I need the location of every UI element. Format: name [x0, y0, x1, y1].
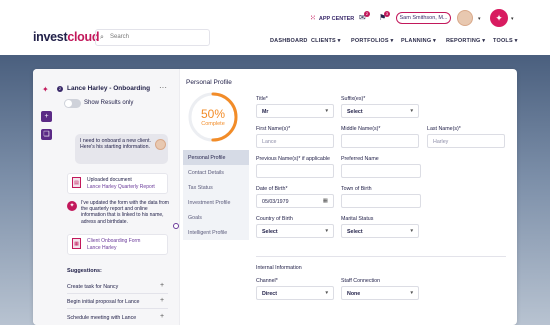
plus-icon[interactable]: +	[160, 282, 164, 289]
calendar-icon[interactable]: ▦	[323, 198, 328, 204]
chevron-down-icon: ▾	[410, 108, 413, 114]
more-icon[interactable]: ···	[159, 83, 167, 92]
search-input[interactable]: ⌕ Search	[95, 29, 210, 46]
menu-tax-status[interactable]: Tax Status	[183, 180, 249, 195]
form-card-title[interactable]: Client Onboarding Form	[87, 238, 140, 244]
app-center-button[interactable]: ⁙ APP CENTER	[310, 14, 354, 22]
divider	[67, 293, 168, 294]
channel-select[interactable]: Direct ▾	[256, 286, 334, 300]
internal-info-title: Internal Information	[256, 265, 302, 271]
suggestion-item[interactable]: Begin initial proposal for Lance	[67, 299, 139, 305]
chevron-down-icon: ▾	[325, 290, 328, 296]
staff-connection-label: Staff Connection	[341, 278, 381, 284]
nav-reporting[interactable]: REPORTING ▾	[446, 38, 485, 44]
search-icon: ⌕	[100, 34, 104, 41]
chat-icon[interactable]: ❏	[41, 129, 52, 140]
suggestions-title: Suggestions:	[67, 268, 102, 274]
top-bar	[0, 0, 550, 55]
title-select[interactable]: Mr ▾	[256, 104, 334, 118]
plus-icon[interactable]: +	[160, 297, 164, 304]
previous-name-input[interactable]	[256, 164, 334, 178]
nav-dashboard[interactable]: DASHBOARD	[270, 38, 308, 44]
user-message: I need to onboard a new client. Here's h…	[75, 134, 168, 164]
completion-percent: 50%	[200, 107, 226, 121]
conversation-count-badge: 2	[57, 86, 63, 92]
preferred-name-input[interactable]	[341, 164, 421, 178]
completion-label: Complete	[201, 121, 225, 127]
channel-label: Channel*	[256, 278, 278, 284]
connector-dot	[173, 223, 179, 229]
user-name-pill[interactable]: Sam Smithson, M...	[396, 12, 451, 24]
show-results-toggle[interactable]	[64, 99, 81, 108]
conversation-title: Lance Harley - Onboarding	[67, 85, 151, 92]
first-name-label: First Name(s)*	[256, 126, 291, 132]
menu-investment-profile[interactable]: Investment Profile	[183, 195, 249, 210]
title-label: Title*	[256, 96, 268, 102]
dob-input[interactable]: 05/03/1979 ▦	[256, 194, 334, 208]
chevron-down-icon: ▾	[410, 228, 413, 234]
chevron-down-icon: ▾	[325, 228, 328, 234]
upload-label: Uploaded document	[87, 177, 132, 183]
previous-name-label: Previous Name(s)* if applicable	[256, 156, 330, 162]
form-icon: ▦	[72, 238, 81, 249]
preferred-name-label: Preferred Name	[341, 156, 379, 162]
suffix-label: Suffix(es)*	[341, 96, 366, 102]
nav-tools[interactable]: TOOLS ▾	[493, 38, 518, 44]
middle-name-label: Middle Name(s)*	[341, 126, 381, 132]
country-of-birth-select[interactable]: Select ▾	[256, 224, 334, 238]
suggestion-item[interactable]: Schedule meeting with Lance	[67, 315, 136, 321]
nav-clients[interactable]: CLIENTS ▾	[311, 38, 341, 44]
investcloud-logo[interactable]: investcloud	[33, 30, 99, 44]
menu-contact-details[interactable]: Contact Details	[183, 165, 249, 180]
dob-label: Date of Birth*	[256, 186, 288, 192]
user-message-avatar	[155, 139, 166, 150]
town-of-birth-input[interactable]	[341, 194, 421, 208]
last-name-label: Last Name(s)*	[427, 126, 461, 132]
first-name-input[interactable]: Lance	[256, 134, 334, 148]
document-icon: ▤	[72, 177, 81, 188]
ai-sparkle-icon: ✦	[67, 201, 77, 211]
suggestion-item[interactable]: Create task for Nancy	[67, 284, 118, 290]
menu-goals[interactable]: Goals	[183, 210, 249, 225]
form-card-subtitle: Lance Harley	[87, 245, 117, 251]
sparkle-icon: ✦	[42, 85, 49, 94]
section-divider	[256, 256, 506, 257]
ai-assistant-button[interactable]: ✦	[490, 9, 508, 27]
user-avatar[interactable]	[457, 10, 473, 26]
notification-badge: 3	[384, 11, 390, 17]
staff-connection-select[interactable]: None ▾	[341, 286, 419, 300]
toggle-label: Show Results only	[84, 100, 134, 106]
add-icon[interactable]: +	[41, 111, 52, 122]
ai-message: I've updated the form with the data from…	[81, 200, 169, 225]
suffix-select[interactable]: Select ▾	[341, 104, 419, 118]
middle-name-input[interactable]	[341, 134, 419, 148]
menu-personal-profile[interactable]: Personal Profile	[183, 150, 249, 165]
town-of-birth-label: Town of Birth	[341, 186, 372, 192]
search-placeholder: Search	[110, 34, 130, 40]
chevron-down-icon[interactable]: ▾	[511, 16, 514, 22]
plus-icon[interactable]: +	[160, 313, 164, 320]
nav-portfolios[interactable]: PORTFOLIOS ▾	[351, 38, 393, 44]
menu-intelligent-profile[interactable]: Intelligent Profile	[183, 225, 249, 240]
upload-filename[interactable]: Lance Harley Quarterly Report	[87, 184, 155, 190]
grid-icon: ⁙	[310, 15, 316, 22]
profile-title: Personal Profile	[186, 79, 232, 86]
country-of-birth-label: Country of Birth	[256, 216, 293, 222]
marital-status-label: Marital Status	[341, 216, 374, 222]
mail-badge: 2	[364, 11, 370, 17]
divider	[67, 308, 168, 309]
chevron-down-icon: ▾	[410, 290, 413, 296]
chevron-down-icon: ▾	[325, 108, 328, 114]
nav-planning[interactable]: PLANNING ▾	[401, 38, 436, 44]
last-name-input[interactable]: Harley	[427, 134, 505, 148]
chevron-down-icon[interactable]: ▾	[478, 16, 481, 22]
marital-status-select[interactable]: Select ▾	[341, 224, 419, 238]
